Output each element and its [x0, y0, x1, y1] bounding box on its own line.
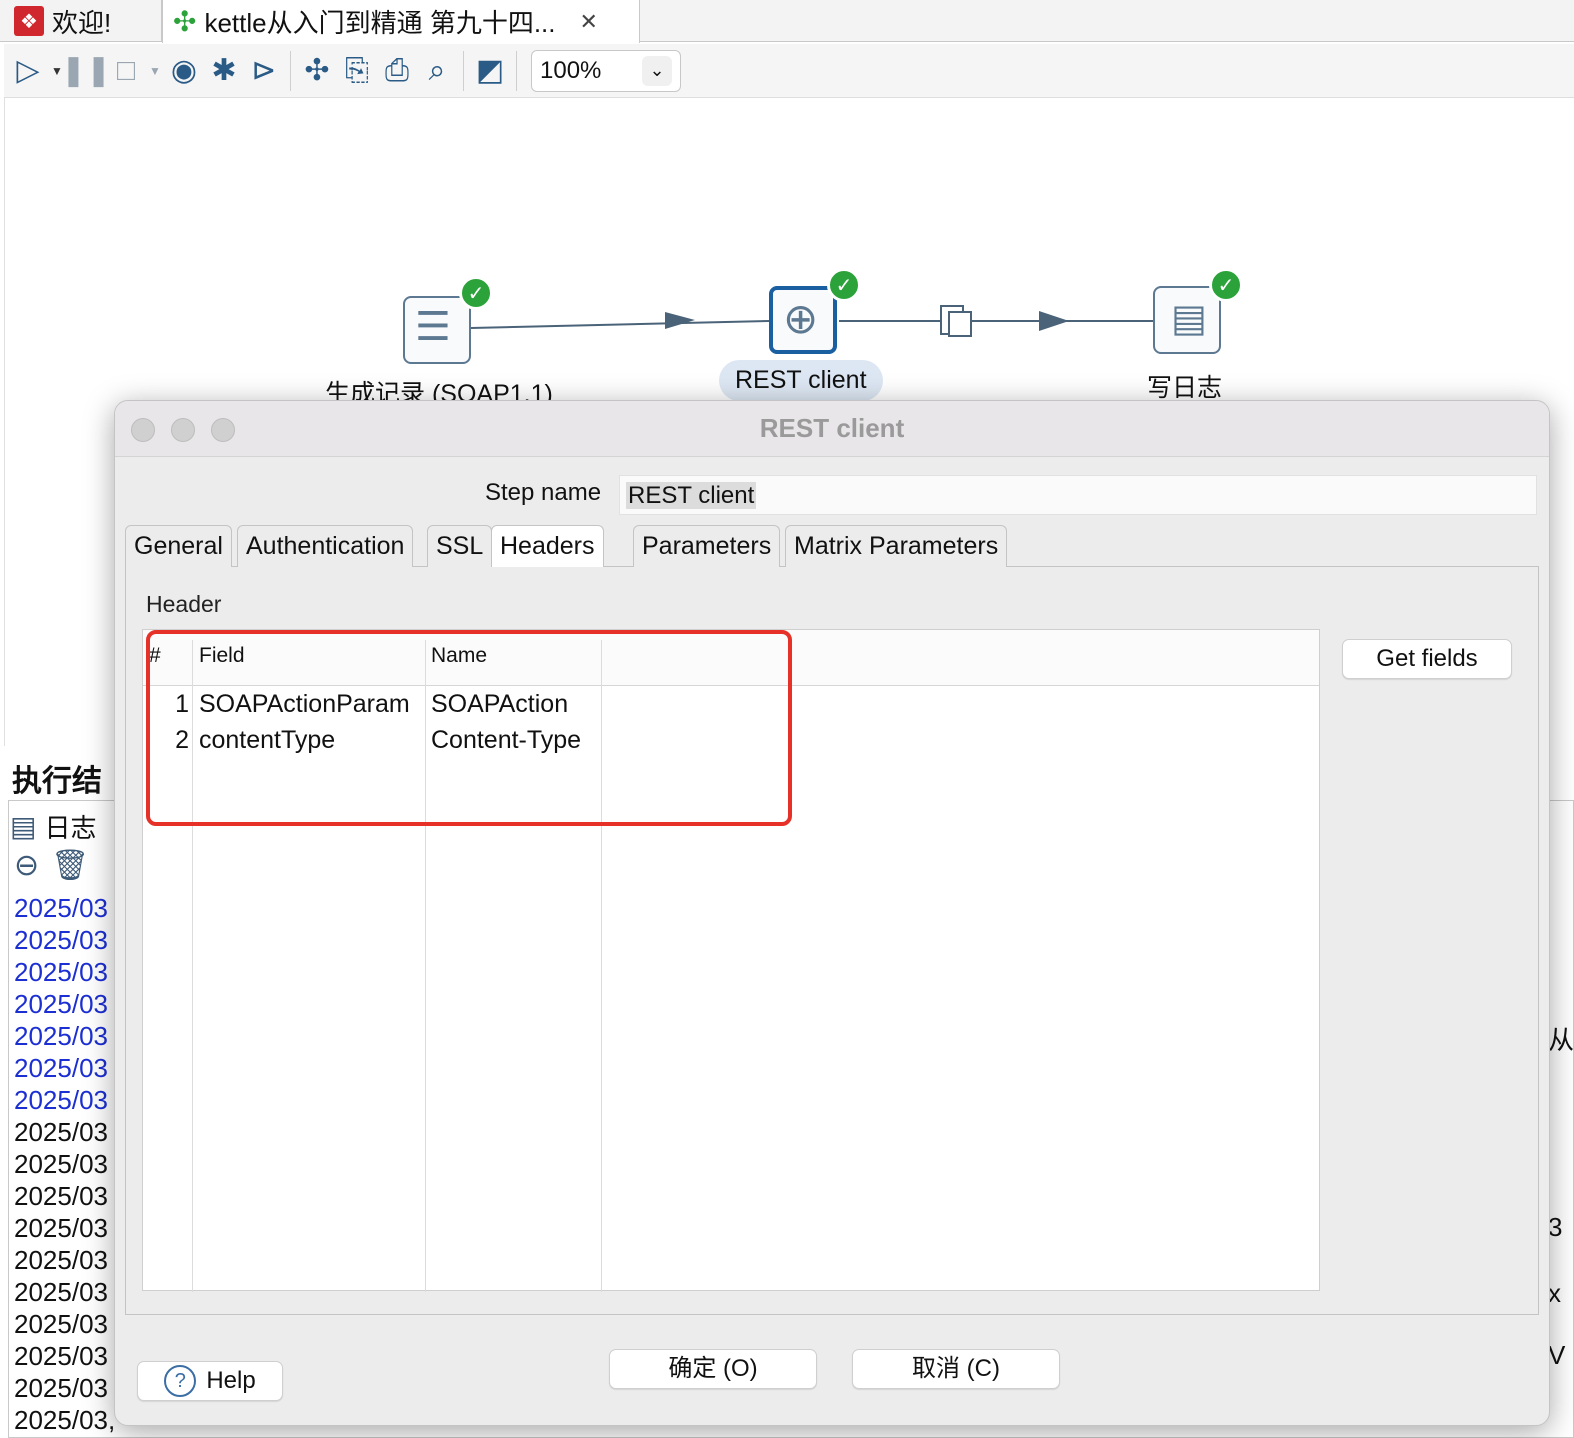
preview-icon[interactable]: ◉	[164, 51, 204, 91]
toolbar-divider	[290, 50, 291, 91]
dialog-tabs: General Authentication SSL Headers Param…	[125, 525, 1539, 568]
step-name-input[interactable]: REST client	[619, 475, 1537, 515]
explore-db-icon[interactable]: ⌕	[417, 51, 457, 91]
tab-transformation[interactable]: ✣ kettle从入门到精通 第九十四... ✕	[162, 0, 640, 43]
tab-headers[interactable]: Headers	[491, 525, 604, 568]
transformation-toolbar: ▷ ▼ ❚❚ □ ▼ ◉ ✱ ⊳ ✣ ⎘ ⎙ ⌕ ◩ 100% ⌄	[4, 44, 1574, 98]
rest-client-dialog: REST client Step name REST client Genera…	[114, 400, 1550, 1426]
log-line: 2025/03	[14, 1181, 108, 1211]
replay-icon[interactable]: ⊳	[244, 51, 284, 91]
help-icon: ?	[164, 1365, 197, 1397]
tab-ssl[interactable]: SSL	[427, 525, 493, 567]
zoom-value: 100%	[540, 56, 602, 84]
get-fields-button[interactable]: Get fields	[1342, 639, 1512, 679]
tab-parameters[interactable]: Parameters	[633, 525, 781, 567]
step-label-rest-client: REST client	[719, 360, 883, 401]
hop-arrow-2	[1039, 311, 1069, 331]
log-line: 2025/03	[14, 893, 108, 923]
hop-line-1	[470, 320, 770, 329]
log-line: 2025/03	[14, 1021, 108, 1051]
tab-transformation-label: kettle从入门到精通 第九十四...	[204, 8, 556, 38]
toolbar-divider	[463, 50, 464, 91]
tab-authentication[interactable]: Authentication	[237, 525, 414, 567]
log-fragment: 3	[1548, 1212, 1563, 1242]
step-generate-rows[interactable]: ☰	[403, 296, 471, 364]
tab-log-label: 日志	[44, 812, 97, 843]
log-line: 2025/03	[14, 1341, 108, 1371]
log-line: 2025/03,	[14, 1405, 116, 1435]
dialog-titlebar[interactable]: REST client	[115, 401, 1549, 457]
step-ok-check-icon: ✓	[459, 276, 493, 310]
write-log-icon: ▤	[1171, 298, 1207, 340]
header-section-label: Header	[146, 591, 222, 617]
step-name-label: Step name	[485, 479, 602, 506]
tab-general[interactable]: General	[125, 525, 232, 567]
ok-button[interactable]: 确定 (O)	[609, 1349, 817, 1389]
sql-icon[interactable]: ⎙	[377, 51, 417, 91]
execution-results-title: 执行结	[12, 765, 102, 798]
run-icon[interactable]: ▷	[8, 51, 48, 91]
tab-welcome[interactable]: ❖ 欢迎!	[4, 0, 162, 42]
log-line: 2025/03	[14, 1213, 108, 1243]
toolbar-divider	[516, 50, 517, 91]
log-line: 2025/03	[14, 1149, 108, 1179]
log-line: 2025/03	[14, 1245, 108, 1275]
help-button[interactable]: ? Help	[137, 1361, 283, 1401]
tab-log[interactable]: ▤ 日志	[10, 806, 96, 846]
show-results-icon[interactable]: ◩	[470, 51, 510, 91]
copy-rows-icon-back	[948, 311, 972, 337]
pause-icon[interactable]: ❚❚	[61, 51, 111, 91]
transformation-icon: ✣	[173, 6, 197, 37]
log-line: 2025/03	[14, 1277, 108, 1307]
help-button-label: Help	[206, 1367, 256, 1394]
zoom-select[interactable]: 100% ⌄	[531, 49, 681, 92]
step-name-value: REST client	[626, 482, 757, 509]
step-label-write-log: 写日志	[1147, 374, 1223, 402]
step-ok-check-icon: ✓	[827, 268, 861, 302]
log-line: 2025/03	[14, 989, 108, 1019]
tab-matrix-parameters[interactable]: Matrix Parameters	[785, 525, 1008, 567]
kettle-logo-icon: ❖	[14, 6, 44, 36]
editor-tab-bar: ❖ 欢迎! ✣ kettle从入门到精通 第九十四... ✕	[0, 0, 1574, 43]
step-rest-client[interactable]: ⊕	[769, 286, 837, 354]
log-line: 2025/03	[14, 1309, 108, 1339]
chevron-down-icon[interactable]: ⌄	[642, 55, 672, 86]
stop-icon[interactable]: □	[106, 51, 146, 91]
step-ok-check-icon: ✓	[1209, 268, 1243, 302]
log-line: 2025/03	[14, 957, 108, 987]
log-fragment: 从	[1548, 1025, 1574, 1055]
step-write-log[interactable]: ▤	[1153, 286, 1221, 354]
tab-welcome-label: 欢迎!	[52, 7, 112, 38]
log-line: 2025/03	[14, 1085, 108, 1115]
log-line: 2025/03	[14, 925, 108, 955]
impact-icon[interactable]: ⎘	[337, 51, 377, 91]
close-tab-icon[interactable]: ✕	[580, 9, 598, 35]
verify-icon[interactable]: ✣	[297, 51, 337, 91]
dialog-title: REST client	[759, 413, 905, 443]
log-fragment: V	[1548, 1340, 1566, 1370]
debug-icon[interactable]: ✱	[204, 51, 244, 91]
stop-dropdown-icon[interactable]: ▼	[146, 51, 164, 91]
log-lines: 2025/03 2025/03 2025/03 2025/03 2025/03 2025/…	[14, 892, 115, 1436]
log-line: 2025/03	[14, 1053, 108, 1083]
log-toolbar: ⊖ 🗑	[14, 848, 89, 883]
log-line: 2025/03	[14, 1373, 108, 1403]
generate-rows-icon: ☰	[415, 305, 451, 349]
rest-client-icon: ⊕	[783, 295, 819, 342]
log-icon: ▤	[10, 810, 37, 842]
cancel-button[interactable]: 取消 (C)	[852, 1349, 1060, 1389]
highlight-annotation-box	[146, 630, 792, 826]
log-line: 2025/03	[14, 1117, 108, 1147]
clear-log-icon[interactable]: ⊖	[14, 848, 39, 883]
trash-icon[interactable]: 🗑	[51, 848, 89, 883]
hop-arrow-1	[665, 312, 695, 329]
